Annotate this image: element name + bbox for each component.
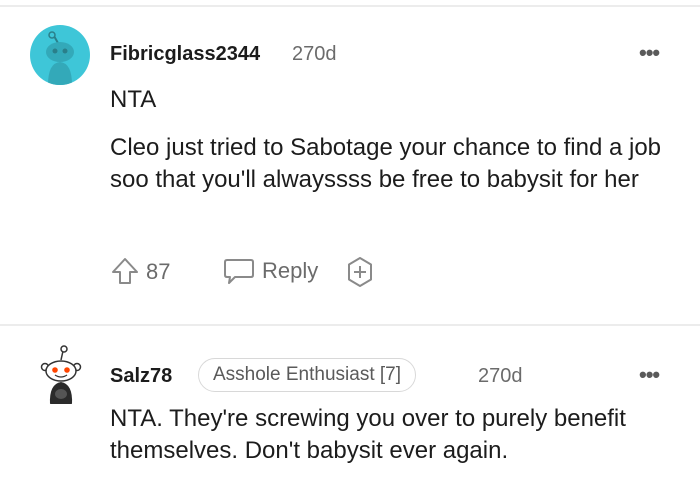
add-award-button[interactable]: [344, 256, 376, 288]
comment-divider: [0, 324, 700, 326]
more-options-button[interactable]: •••: [639, 362, 660, 388]
comment-paragraph: NTA: [110, 86, 157, 113]
comment-paragraph: Cleo just tried to Sabotage your chance …: [110, 134, 662, 193]
snoo-avatar-icon: [40, 345, 82, 404]
more-options-button[interactable]: •••: [639, 40, 660, 66]
snoo-avatar-icon: [46, 31, 74, 85]
add-award-icon: [348, 257, 372, 287]
upvote-arrow-icon: [112, 258, 138, 284]
top-divider: [0, 5, 700, 7]
reply-button[interactable]: [222, 256, 256, 286]
upvote-button[interactable]: [110, 256, 140, 286]
user-flair: Asshole Enthusiast [7]: [198, 358, 416, 392]
speech-bubble-icon: [224, 259, 254, 284]
vote-count: 87: [146, 259, 171, 284]
comment-age: 270d: [292, 43, 337, 65]
reply-label[interactable]: Reply: [262, 258, 318, 284]
avatar-fibricglass[interactable]: [30, 25, 90, 85]
comment-username[interactable]: Fibricglass2344: [110, 43, 260, 66]
avatar-salz78[interactable]: [32, 344, 90, 406]
comment-paragraph: NTA. They're screwing you over to purely…: [110, 405, 626, 464]
comment-age: 270d: [478, 365, 523, 387]
comment-username[interactable]: Salz78: [110, 365, 172, 388]
